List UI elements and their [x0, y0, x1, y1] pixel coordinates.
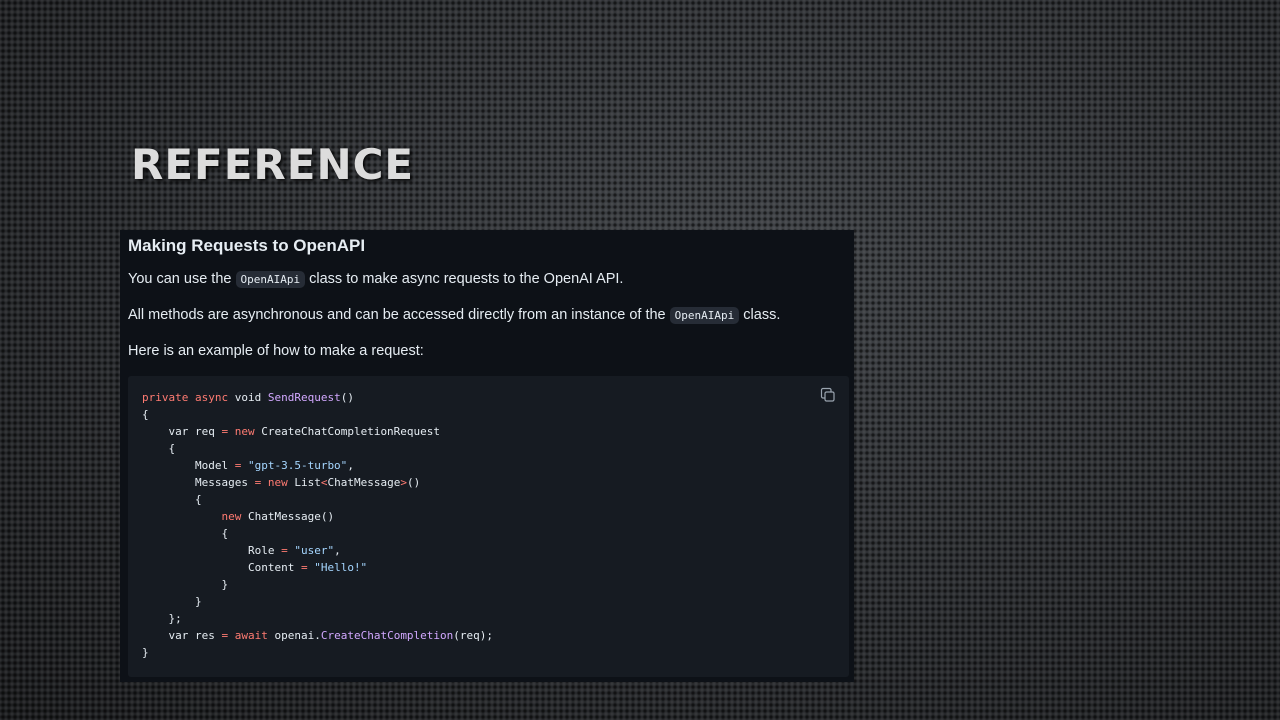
code-line: }; [142, 610, 835, 627]
code-token: Role [142, 544, 282, 557]
code-token: SendRequest [267, 391, 341, 404]
code-token: Content [142, 561, 301, 574]
code-token: Messages [142, 476, 255, 489]
code-token: var req [142, 425, 222, 438]
code-token: "user" [294, 544, 335, 557]
code-line: { [142, 440, 835, 457]
code-token: }; [142, 612, 182, 625]
code-token: void [228, 391, 268, 404]
code-token: } [142, 646, 149, 659]
slide-title: REFERENCE [131, 140, 415, 189]
code-line: Role = "user", [142, 542, 835, 559]
code-token: () [340, 391, 354, 404]
code-line: Content = "Hello!" [142, 559, 835, 576]
code-token: "Hello!" [314, 561, 368, 574]
code-token: new [267, 476, 288, 489]
code-token: ChatMessage [327, 476, 401, 489]
code-line: Messages = new List<ChatMessage>() [142, 474, 835, 491]
code-token: new [234, 425, 255, 438]
code-token: { [142, 442, 176, 455]
code-token: = [300, 561, 308, 574]
code-token: private async [142, 391, 229, 404]
code-token: CreateChatCompletionRequest [254, 425, 441, 438]
intro-text-after: class to make async requests to the Open… [305, 271, 624, 287]
code-token: { [142, 408, 149, 421]
code-token: () [406, 476, 421, 489]
doc-heading: Making Requests to OpenAPI [128, 236, 366, 255]
intro-paragraph: You can use the OpenAIApi class to make … [128, 269, 846, 290]
code-line: } [142, 644, 835, 661]
code-token: Model [142, 459, 235, 472]
code-line: { [142, 525, 835, 542]
code-token: } [142, 595, 202, 608]
code-token: { [142, 527, 229, 540]
code-line: var res = await openai.CreateChatComplet… [142, 627, 835, 644]
copy-icon[interactable] [820, 387, 836, 403]
async-paragraph: All methods are asynchronous and can be … [128, 305, 846, 326]
code-content: private async void SendRequest(){ var re… [142, 389, 835, 661]
code-line: var req = new CreateChatCompletionReques… [142, 423, 835, 440]
code-token: await [234, 629, 268, 642]
code-token: } [142, 578, 229, 591]
code-line: { [142, 491, 835, 508]
code-token: > [400, 476, 407, 489]
code-token: "gpt-3.5-turbo" [247, 459, 348, 472]
inline-code-openaiapi: OpenAIApi [235, 271, 306, 288]
code-line: { [142, 406, 835, 423]
code-line: } [142, 593, 835, 610]
async-text-before: All methods are asynchronous and can be … [128, 307, 670, 323]
code-block: private async void SendRequest(){ var re… [128, 376, 849, 677]
code-token: openai. [267, 629, 321, 642]
example-paragraph: Here is an example of how to make a requ… [128, 343, 424, 359]
code-token: , [334, 544, 341, 557]
inline-code-openaiapi: OpenAIApi [669, 307, 740, 324]
code-token: { [142, 493, 202, 506]
code-token: (req); [453, 629, 494, 642]
code-token: CreateChatCompletion [320, 629, 454, 642]
code-line: private async void SendRequest() [142, 389, 835, 406]
async-text-after: class. [739, 307, 781, 323]
code-line: Model = "gpt-3.5-turbo", [142, 457, 835, 474]
code-line: } [142, 576, 835, 593]
code-token: , [347, 459, 354, 472]
code-line: new ChatMessage() [142, 508, 835, 525]
doc-panel: Making Requests to OpenAPI You can use t… [120, 230, 854, 682]
code-token: var res [142, 629, 222, 642]
intro-text-before: You can use the [128, 271, 236, 287]
code-token: List [287, 476, 321, 489]
code-token: new [221, 510, 242, 523]
code-token: ChatMessage() [241, 510, 335, 523]
code-token: = [281, 544, 288, 557]
